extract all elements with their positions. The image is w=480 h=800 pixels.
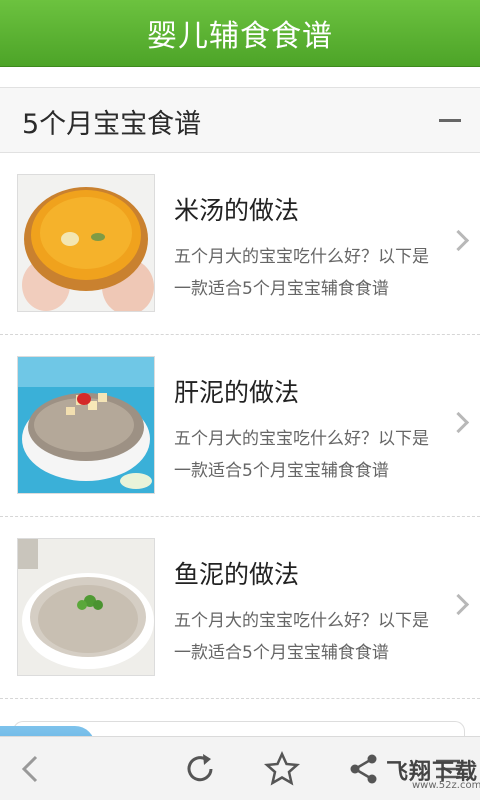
star-icon[interactable] — [262, 749, 302, 789]
watermark: 飞翔下载 www.52z.com — [380, 754, 480, 794]
chevron-right-icon — [447, 229, 470, 252]
recipe-title: 鱼泥的做法 — [174, 560, 300, 589]
chevron-right-icon — [447, 411, 470, 434]
section-header[interactable]: 5个月宝宝食谱 — [0, 87, 480, 153]
recipe-description: 五个月大的宝宝吃什么好？以下是一款适合5个月宝宝辅食食谱 — [174, 611, 429, 663]
collapse-icon[interactable] — [439, 119, 461, 122]
app-title: 婴儿辅食食谱 — [147, 19, 333, 54]
recipe-item-fish-puree[interactable]: 鱼泥的做法 五个月大的宝宝吃什么好？以下是一款适合5个月宝宝辅食食谱 — [0, 517, 480, 699]
top-spacer — [0, 67, 480, 87]
recipe-thumbnail — [17, 356, 155, 494]
recipe-item-rice-soup[interactable]: 米汤的做法 五个月大的宝宝吃什么好？以下是一款适合5个月宝宝辅食食谱 — [0, 153, 480, 335]
recipe-list: 米汤的做法 五个月大的宝宝吃什么好？以下是一款适合5个月宝宝辅食食谱 肝泥的做法… — [0, 153, 480, 699]
watermark-url: www.52z.com — [412, 780, 480, 791]
recipe-description: 五个月大的宝宝吃什么好？以下是一款适合5个月宝宝辅食食谱 — [174, 429, 429, 481]
share-icon[interactable] — [344, 749, 384, 789]
recipe-item-liver-puree[interactable]: 肝泥的做法 五个月大的宝宝吃什么好？以下是一款适合5个月宝宝辅食食谱 — [0, 335, 480, 517]
refresh-icon[interactable] — [180, 749, 220, 789]
recipe-thumbnail — [17, 174, 155, 312]
app-screen: 婴儿辅食食谱 5个月宝宝食谱 米汤的做法 五个月大的宝宝吃什么好？以下是一款适合… — [0, 0, 480, 800]
chevron-right-icon — [447, 593, 470, 616]
section-title: 5个月宝宝食谱 — [22, 109, 202, 140]
recipe-title: 肝泥的做法 — [174, 378, 300, 407]
recipe-title: 米汤的做法 — [174, 196, 300, 225]
back-icon[interactable] — [12, 749, 52, 789]
recipe-thumbnail — [17, 538, 155, 676]
title-bar: 婴儿辅食食谱 — [0, 0, 480, 67]
recipe-description: 五个月大的宝宝吃什么好？以下是一款适合5个月宝宝辅食食谱 — [174, 247, 429, 299]
